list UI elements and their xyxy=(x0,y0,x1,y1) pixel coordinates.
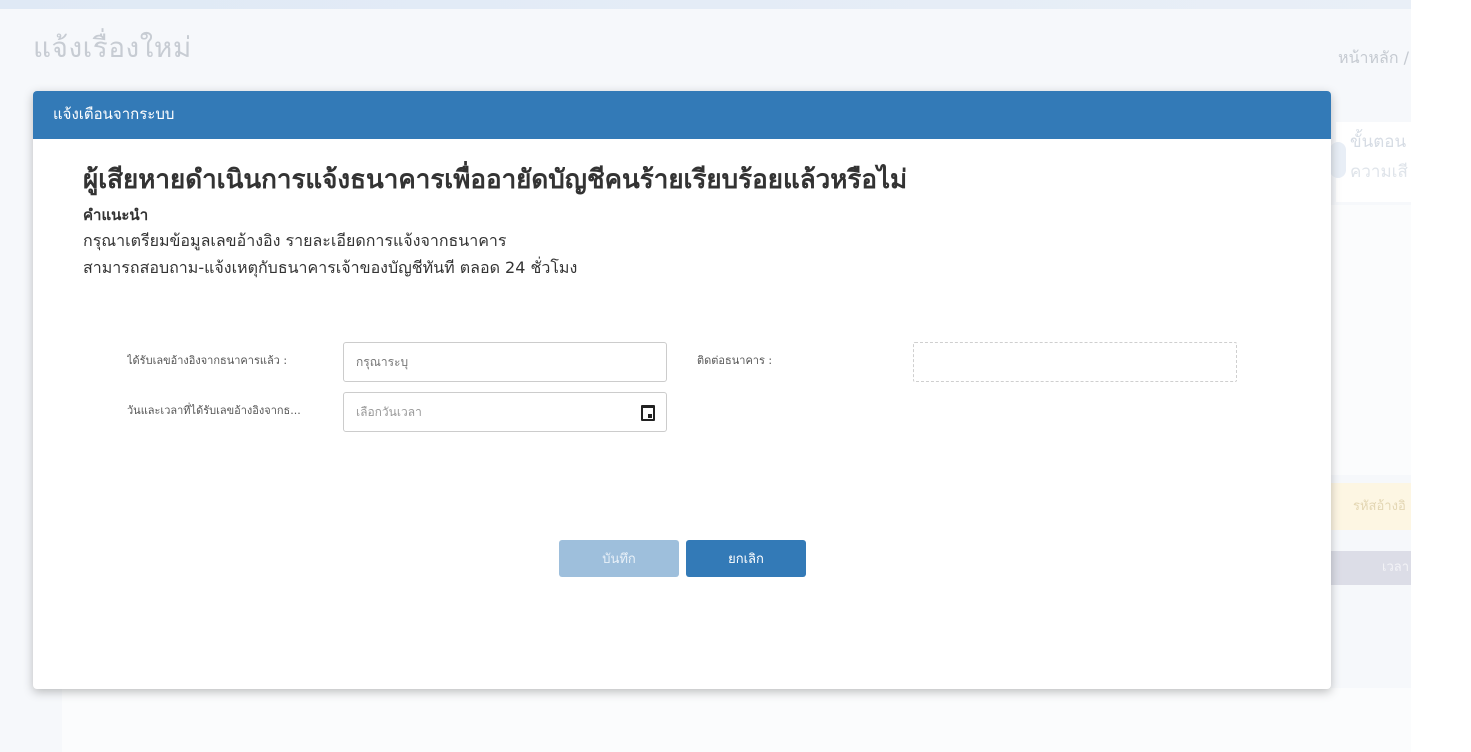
top-accent-bar xyxy=(0,0,1411,9)
ref-number-label: ได้รับเลขอ้างอิงจากธนาคารแล้ว : xyxy=(127,354,288,367)
advice-line-2: สามารถสอบถาม-แจ้งเหตุกับธนาคารเจ้าของบัญ… xyxy=(83,258,578,277)
advice-line-1: กรุณาเตรียมข้อมูลเลขอ้างอิง รายละเอียดกา… xyxy=(83,231,507,250)
datetime-placeholder: เลือกวันเวลา xyxy=(356,405,422,419)
modal-header: แจ้งเตือนจากระบบ xyxy=(33,91,1331,139)
background-ref-badge: รหัสอ้างอิ xyxy=(1331,483,1411,530)
modal-question: ผู้เสียหายดำเนินการแจ้งธนาคารเพื่ออายัดบ… xyxy=(83,165,908,195)
datetime-picker[interactable]: เลือกวันเวลา xyxy=(343,392,667,432)
save-button[interactable]: บันทึก xyxy=(559,540,679,577)
background-bottom-panel xyxy=(62,688,1411,752)
alert-modal: แจ้งเตือนจากระบบ ผู้เสียหายดำเนินการแจ้ง… xyxy=(33,91,1331,689)
ref-number-input[interactable] xyxy=(343,342,667,382)
calendar-icon[interactable] xyxy=(641,405,655,421)
background-time-header: เวลา xyxy=(1331,551,1411,585)
cancel-button[interactable]: ยกเลิก xyxy=(686,540,806,577)
advice-label: คำแนะนำ xyxy=(83,206,149,224)
background-time-label: เวลา xyxy=(1382,560,1410,575)
background-ref-label: รหัสอ้างอิ xyxy=(1353,499,1406,514)
bank-contact-field[interactable] xyxy=(913,342,1237,382)
background-step-text: ขั้นตอน xyxy=(1350,132,1407,152)
breadcrumb[interactable]: หน้าหลัก / xyxy=(1338,46,1409,71)
background-content-panel xyxy=(1331,205,1411,475)
page-title: แจ้งเรื่องใหม่ xyxy=(33,31,192,64)
right-gutter xyxy=(1411,0,1471,752)
background-step-subtext: ความเสี xyxy=(1350,162,1408,182)
datetime-label: วันและเวลาที่ได้รับเลขอ้างอิงจากธ... xyxy=(127,404,301,417)
background-step-circle xyxy=(1330,142,1346,178)
bank-contact-label: ติดต่อธนาคาร : xyxy=(697,354,773,367)
